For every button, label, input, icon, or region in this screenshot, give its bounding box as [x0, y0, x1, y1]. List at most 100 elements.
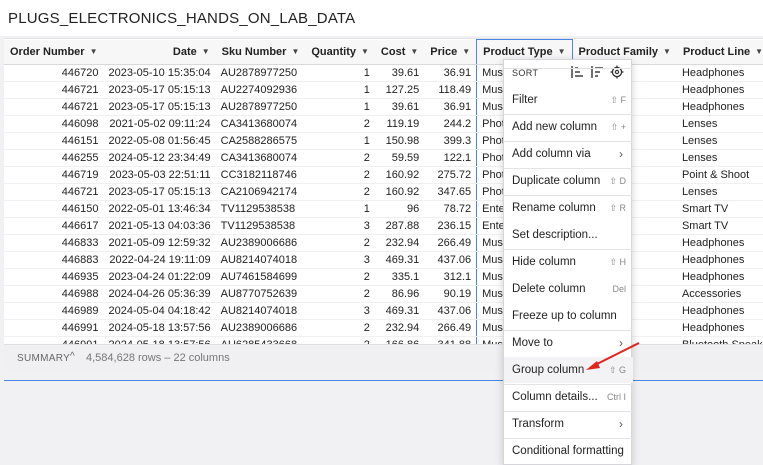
table-cell[interactable]: 1 — [305, 200, 375, 218]
table-cell[interactable]: 446935 — [4, 268, 104, 286]
table-cell[interactable]: 2 — [305, 319, 375, 337]
table-cell[interactable]: 39.61 — [374, 64, 425, 82]
table-cell[interactable]: 3 — [305, 302, 375, 320]
table-cell[interactable]: 2 — [305, 166, 375, 184]
menu-item-add-new-column[interactable]: Add new column ⇧ + — [504, 114, 633, 140]
table-cell[interactable]: 39.61 — [374, 98, 425, 116]
table-cell[interactable]: 236.15 — [424, 217, 477, 235]
table-cell[interactable]: 36.91 — [424, 64, 477, 82]
table-cell[interactable]: 446721 — [4, 98, 104, 116]
table-cell[interactable]: 2 — [305, 285, 375, 303]
table-cell[interactable]: 2024-05-04 04:18:42 — [103, 302, 216, 320]
caret-down-icon[interactable]: ▼ — [90, 47, 98, 56]
table-cell[interactable]: Lenses — [676, 183, 763, 201]
caret-down-icon[interactable]: ▼ — [361, 47, 369, 56]
column-header[interactable]: Price ▼ — [424, 39, 477, 65]
table-cell[interactable]: 469.31 — [374, 302, 425, 320]
table-cell[interactable]: 90.19 — [424, 285, 477, 303]
table-row[interactable]: 446098 2021-05-02 09:11:24 CA3413680074 2 11… — [4, 115, 763, 133]
table-cell[interactable]: 469.31 — [374, 251, 425, 269]
menu-item-transform[interactable]: Transform › — [504, 411, 633, 437]
table-cell[interactable]: 78.72 — [424, 200, 477, 218]
table-cell[interactable]: 119.19 — [374, 115, 425, 133]
column-header[interactable]: Date ▼ — [103, 39, 216, 65]
column-header[interactable]: Cost ▼ — [374, 39, 425, 65]
table-cell[interactable]: Headphones — [676, 251, 763, 269]
menu-item-rename-column[interactable]: Rename column ⇧ R — [504, 195, 633, 221]
table-cell[interactable]: 1 — [305, 132, 375, 150]
table-cell[interactable]: 335.1 — [374, 268, 425, 286]
table-cell[interactable]: 446721 — [4, 183, 104, 201]
table-cell[interactable]: 2 — [305, 336, 375, 344]
caret-down-icon[interactable]: ▼ — [291, 47, 299, 56]
table-cell[interactable]: 2023-05-17 05:15:13 — [103, 183, 216, 201]
chevron-up-icon[interactable]: ^ — [70, 351, 75, 362]
table-cell[interactable]: 2 — [305, 183, 375, 201]
table-cell[interactable]: Headphones — [676, 302, 763, 320]
table-cell[interactable]: Smart TV — [676, 200, 763, 218]
table-cell[interactable]: 2023-04-24 01:22:09 — [103, 268, 216, 286]
table-cell[interactable]: Lenses — [676, 115, 763, 133]
table-row[interactable]: 446719 2023-05-03 22:51:11 CC3182118746 2 16… — [4, 166, 763, 184]
table-cell[interactable]: 1 — [305, 64, 375, 82]
table-cell[interactable]: 275.72 — [424, 166, 477, 184]
table-cell[interactable]: CC3182118746 — [215, 166, 306, 184]
table-cell[interactable]: 1 — [305, 81, 375, 99]
table-cell[interactable]: Headphones — [676, 319, 763, 337]
table-cell[interactable]: AU2878977250 — [215, 98, 306, 116]
table-row[interactable]: 446151 2022-05-08 01:56:45 CA2588286575 1 15… — [4, 132, 763, 150]
caret-down-icon[interactable]: ▼ — [462, 47, 470, 56]
table-cell[interactable]: 86.96 — [374, 285, 425, 303]
table-row[interactable]: 446991 2024-05-18 13:57:56 AU2389006686 2 23… — [4, 319, 763, 337]
table-row[interactable]: 446988 2024-04-26 05:36:39 AU8770752639 2 86… — [4, 285, 763, 303]
table-cell[interactable]: 2023-05-17 05:15:13 — [103, 81, 216, 99]
table-cell[interactable]: Bluetooth Speakers — [676, 336, 763, 344]
table-cell[interactable]: 399.3 — [424, 132, 477, 150]
table-cell[interactable]: AU6285433668 — [215, 336, 306, 344]
table-cell[interactable]: 59.59 — [374, 149, 425, 167]
table-cell[interactable]: Headphones — [676, 64, 763, 82]
table-cell[interactable]: 160.92 — [374, 183, 425, 201]
table-cell[interactable]: AU8770752639 — [215, 285, 306, 303]
table-cell[interactable]: 2024-05-12 23:34:49 — [103, 149, 216, 167]
table-cell[interactable]: 2022-04-24 19:11:09 — [103, 251, 216, 269]
table-cell[interactable]: 118.49 — [424, 81, 477, 99]
column-header[interactable]: Order Number ▼ — [4, 39, 104, 65]
table-cell[interactable]: 2024-05-18 13:57:56 — [103, 319, 216, 337]
table-cell[interactable]: Headphones — [676, 81, 763, 99]
table-cell[interactable]: 266.49 — [424, 319, 477, 337]
column-header[interactable]: Quantity ▼ — [305, 39, 375, 65]
table-cell[interactable]: 2021-05-02 09:11:24 — [103, 115, 216, 133]
table-cell[interactable]: 266.49 — [424, 234, 477, 252]
menu-item-column-details[interactable]: Column details... Ctrl I — [504, 384, 633, 410]
table-cell[interactable]: 160.92 — [374, 166, 425, 184]
table-cell[interactable]: 2023-05-10 15:35:04 — [103, 64, 216, 82]
table-cell[interactable]: 446098 — [4, 115, 104, 133]
table-row[interactable]: 446721 2023-05-17 05:15:13 AU2274092936 1 12… — [4, 81, 763, 99]
table-cell[interactable]: 2023-05-03 22:51:11 — [103, 166, 216, 184]
table-cell[interactable]: AU2878977250 — [215, 64, 306, 82]
table-cell[interactable]: 446720 — [4, 64, 104, 82]
table-cell[interactable]: AU8214074018 — [215, 302, 306, 320]
table-cell[interactable]: 446988 — [4, 285, 104, 303]
table-row[interactable]: 446617 2021-05-13 04:03:36 TV1129538538 3 28… — [4, 217, 763, 235]
table-cell[interactable]: 347.65 — [424, 183, 477, 201]
table-cell[interactable]: TV1129538538 — [215, 217, 306, 235]
table-cell[interactable]: AU7461584699 — [215, 268, 306, 286]
table-cell[interactable]: 446719 — [4, 166, 104, 184]
table-cell[interactable]: 2024-04-26 05:36:39 — [103, 285, 216, 303]
table-cell[interactable]: Point & Shoot — [676, 166, 763, 184]
table-cell[interactable]: 244.2 — [424, 115, 477, 133]
table-cell[interactable]: 437.06 — [424, 251, 477, 269]
table-cell[interactable]: CA3413680074 — [215, 149, 306, 167]
table-cell[interactable]: Lenses — [676, 132, 763, 150]
table-cell[interactable]: 2024-05-18 13:57:56 — [103, 336, 216, 344]
table-cell[interactable]: Headphones — [676, 234, 763, 252]
menu-item-move-to[interactable]: Move to › — [504, 330, 633, 356]
table-cell[interactable]: Headphones — [676, 98, 763, 116]
table-cell[interactable]: 312.1 — [424, 268, 477, 286]
table-cell[interactable]: 232.94 — [374, 234, 425, 252]
table-cell[interactable]: 446721 — [4, 81, 104, 99]
table-cell[interactable]: CA2588286575 — [215, 132, 306, 150]
table-cell[interactable]: 3 — [305, 217, 375, 235]
